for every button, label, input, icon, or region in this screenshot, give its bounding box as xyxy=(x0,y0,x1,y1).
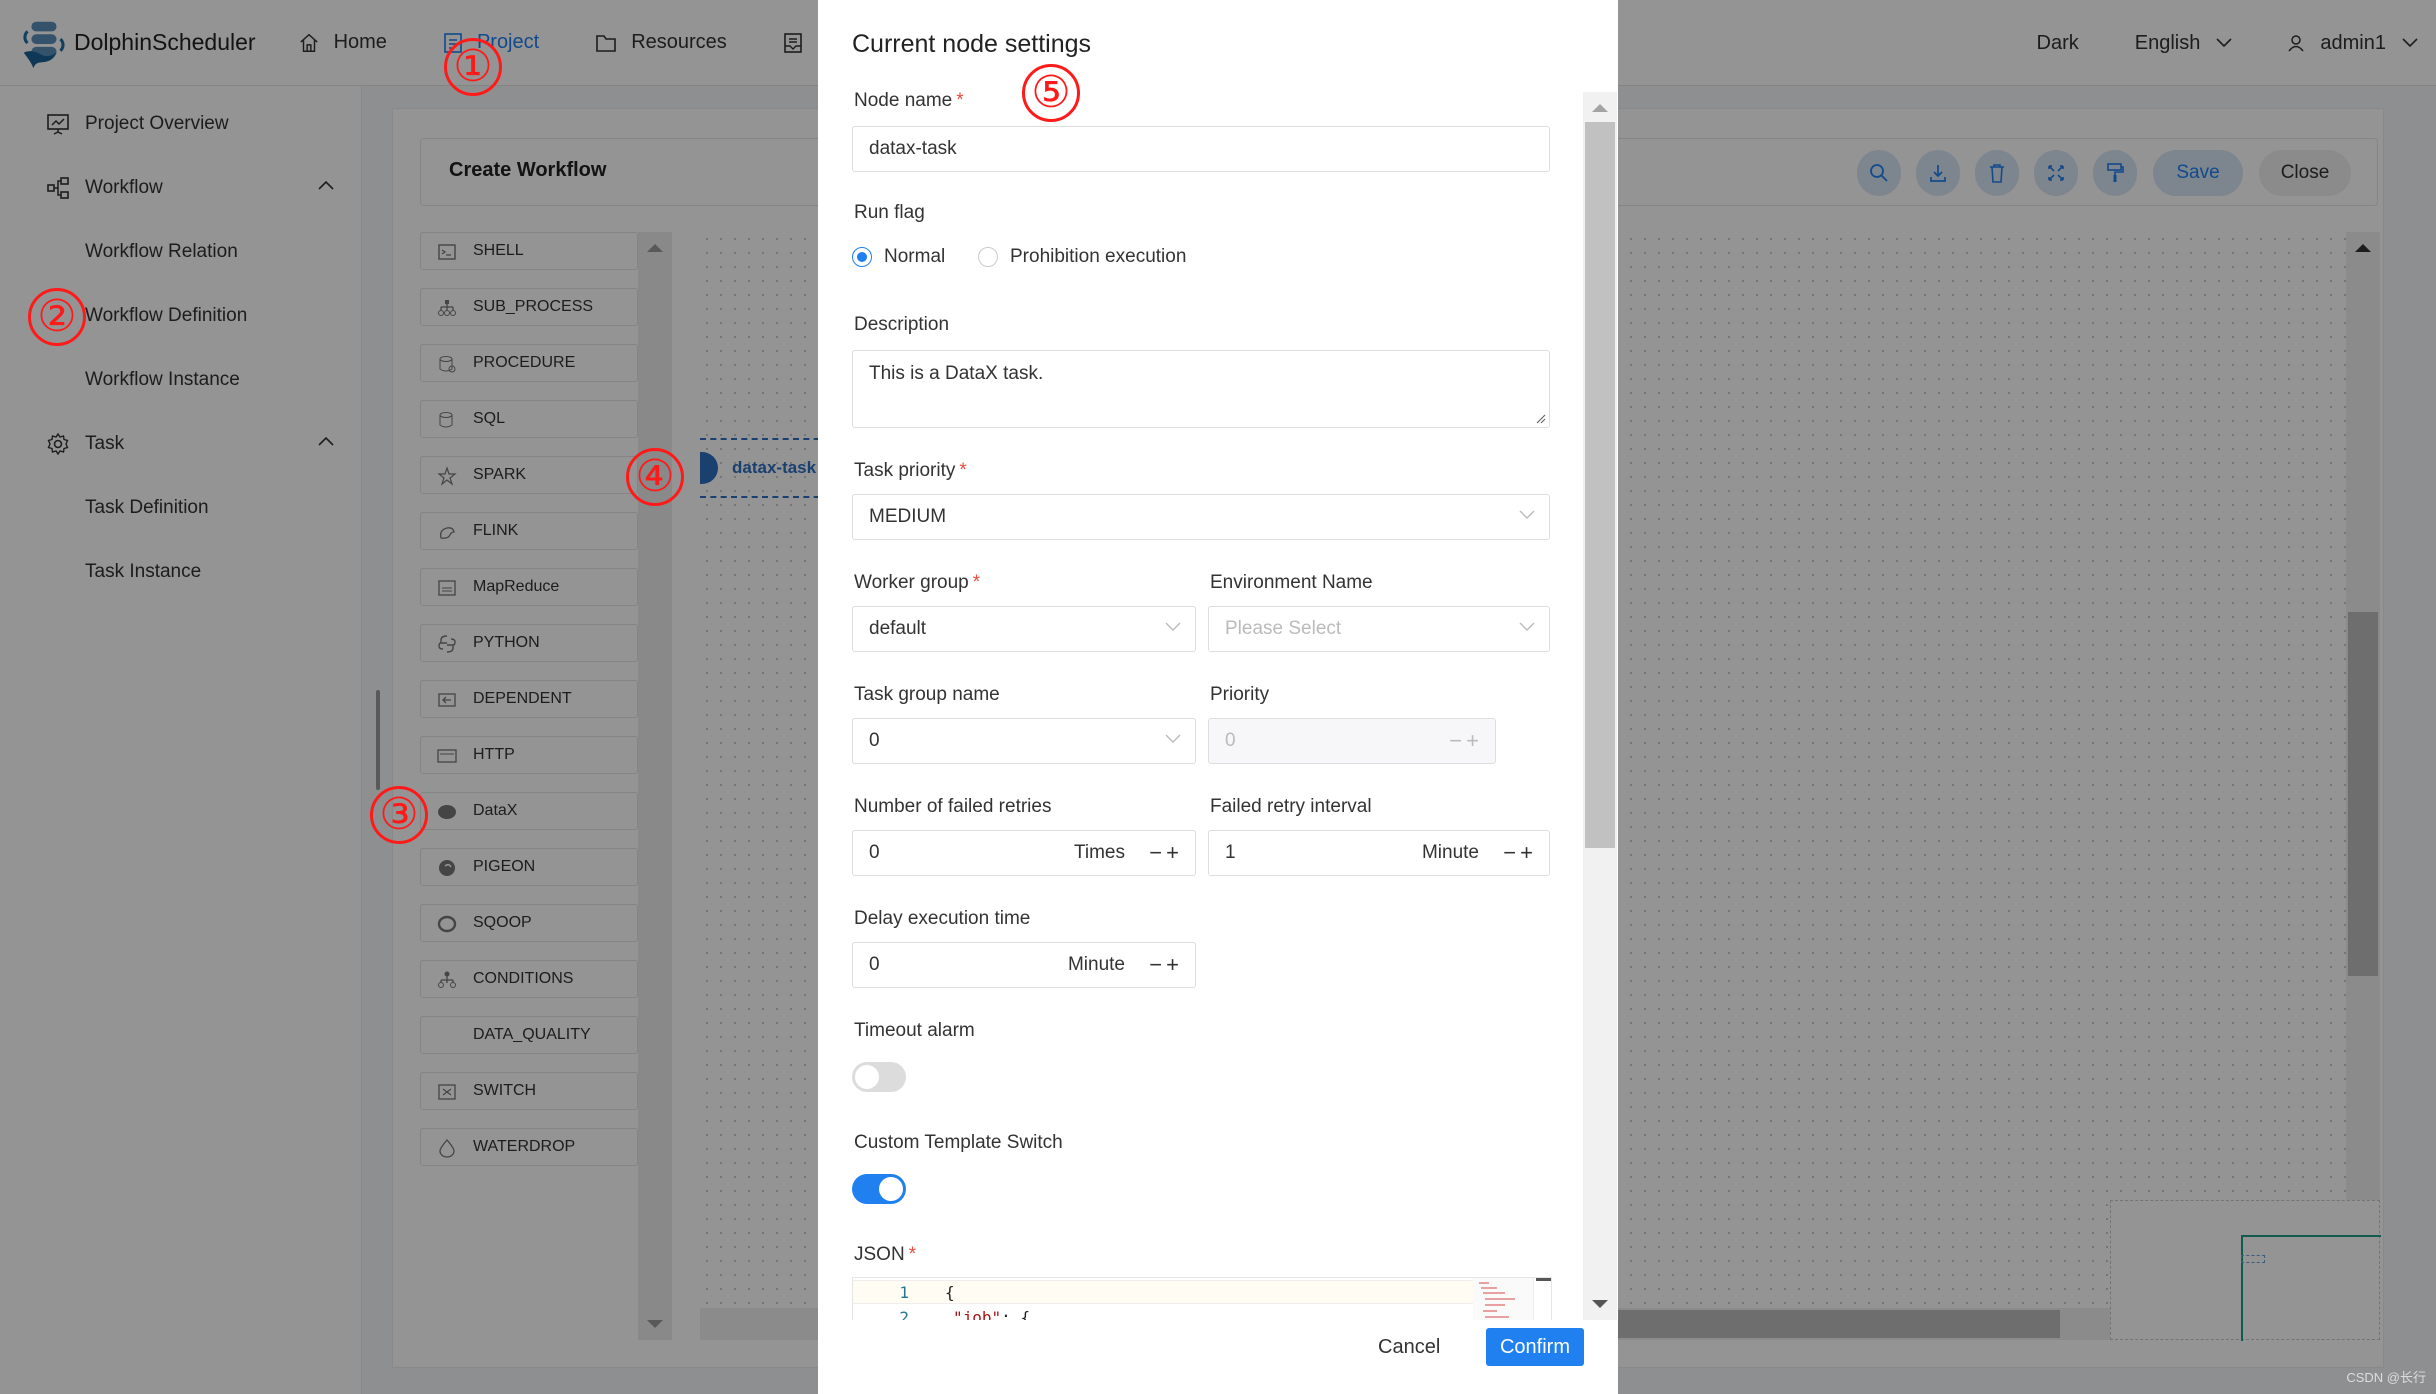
node-name-label: Node name * xyxy=(854,90,964,112)
annotation-5: ⑤ xyxy=(1022,64,1080,122)
label-text: JSON xyxy=(854,1244,905,1265)
chevron-down-icon xyxy=(1519,510,1535,519)
node-settings-modal: Current node settings Node name * datax-t… xyxy=(818,0,1618,1394)
run-flag-normal-radio[interactable]: Normal xyxy=(852,246,945,268)
stepper-buttons[interactable]: −+ xyxy=(1149,952,1183,978)
annotation-2: ② xyxy=(28,288,86,346)
scrollbar-thumb[interactable] xyxy=(1585,122,1615,848)
line-number: 1 xyxy=(899,1282,909,1302)
editor-line: 1 { xyxy=(853,1280,1473,1304)
required-mark: * xyxy=(908,1244,917,1265)
annotation-3: ③ xyxy=(370,786,428,844)
textarea-value: This is a DataX task. xyxy=(869,363,1044,384)
watermark: CSDN @长行 xyxy=(2346,1370,2426,1385)
required-mark: * xyxy=(972,572,981,593)
timeout-alarm-switch[interactable] xyxy=(852,1062,906,1092)
delay-time-label: Delay execution time xyxy=(854,908,1031,929)
required-mark: * xyxy=(959,460,967,481)
failed-retries-stepper[interactable]: 0 Times −+ xyxy=(852,830,1196,876)
priority-stepper: 0 −+ xyxy=(1208,718,1496,764)
chevron-down-icon xyxy=(1519,622,1535,631)
chevron-down-icon xyxy=(1165,622,1181,631)
retry-interval-label: Failed retry interval xyxy=(1210,796,1372,817)
stepper-buttons[interactable]: −+ xyxy=(1149,840,1183,866)
task-group-name-select[interactable]: 0 xyxy=(852,718,1196,764)
modal-footer: Cancel Confirm xyxy=(818,1320,1618,1394)
required-mark: * xyxy=(956,90,964,111)
stepper-unit: Minute xyxy=(1067,954,1125,975)
chevron-down-icon xyxy=(1165,734,1181,743)
stepper-unit: Minute xyxy=(1421,842,1479,863)
switch-knob xyxy=(879,1177,903,1201)
cancel-button[interactable]: Cancel xyxy=(1378,1328,1440,1366)
environment-name-label: Environment Name xyxy=(1210,572,1373,593)
worker-group-select[interactable]: default xyxy=(852,606,1196,652)
failed-retries-label: Number of failed retries xyxy=(854,796,1052,817)
input-value: datax-task xyxy=(869,138,957,159)
node-name-input[interactable]: datax-task xyxy=(852,126,1550,172)
run-flag-label: Run flag xyxy=(854,202,925,223)
resize-handle-icon[interactable] xyxy=(1534,412,1546,424)
stepper-value: 0 xyxy=(869,954,880,975)
select-placeholder: Please Select xyxy=(1225,618,1342,639)
timeout-alarm-label: Timeout alarm xyxy=(854,1020,975,1041)
task-priority-select[interactable]: MEDIUM xyxy=(852,494,1550,540)
environment-name-select[interactable]: Please Select xyxy=(1208,606,1550,652)
modal-scrollbar[interactable] xyxy=(1583,92,1617,1320)
radio-dot xyxy=(852,247,872,267)
json-label: JSON * xyxy=(854,1244,916,1266)
annotation-1: ① xyxy=(444,38,502,96)
custom-template-label: Custom Template Switch xyxy=(854,1132,1063,1153)
task-group-name-label: Task group name xyxy=(854,684,1000,705)
stepper-buttons[interactable]: −+ xyxy=(1503,840,1537,866)
stepper-unit: Times xyxy=(1073,842,1125,863)
run-flag-prohibition-radio[interactable]: Prohibition execution xyxy=(978,246,1186,268)
modal-body: Node name * datax-task Run flag Normal Pr… xyxy=(818,90,1583,1328)
scroll-up-arrow-icon[interactable] xyxy=(1592,104,1608,112)
switch-knob xyxy=(855,1065,879,1089)
scroll-down-arrow-icon[interactable] xyxy=(1592,1300,1608,1308)
select-value: default xyxy=(869,618,927,639)
description-label: Description xyxy=(854,314,950,335)
label-text: Worker group xyxy=(854,572,969,593)
delay-time-stepper[interactable]: 0 Minute −+ xyxy=(852,942,1196,988)
confirm-button[interactable]: Confirm xyxy=(1486,1328,1584,1366)
radio-label: Normal xyxy=(884,246,946,267)
stepper-value: 0 xyxy=(869,842,880,863)
priority-label: Priority xyxy=(1210,684,1270,705)
radio-label: Prohibition execution xyxy=(1010,246,1187,267)
retry-interval-stepper[interactable]: 1 Minute −+ xyxy=(1208,830,1550,876)
select-value: 0 xyxy=(869,730,880,751)
worker-group-label: Worker group * xyxy=(854,572,980,594)
task-priority-label: Task priority * xyxy=(854,460,967,482)
description-textarea[interactable]: This is a DataX task. xyxy=(852,350,1550,428)
custom-template-switch[interactable] xyxy=(852,1174,906,1204)
stepper-value: 1 xyxy=(1225,842,1236,863)
select-value: MEDIUM xyxy=(869,506,947,527)
modal-title: Current node settings xyxy=(852,30,1092,58)
annotation-4: ④ xyxy=(626,448,684,506)
label-text: Node name xyxy=(854,90,953,111)
stepper-value: 0 xyxy=(1225,730,1236,751)
label-text: Task priority xyxy=(854,460,956,481)
stepper-buttons: −+ xyxy=(1449,728,1483,753)
line-code: { xyxy=(945,1282,955,1302)
radio-dot xyxy=(978,247,998,267)
